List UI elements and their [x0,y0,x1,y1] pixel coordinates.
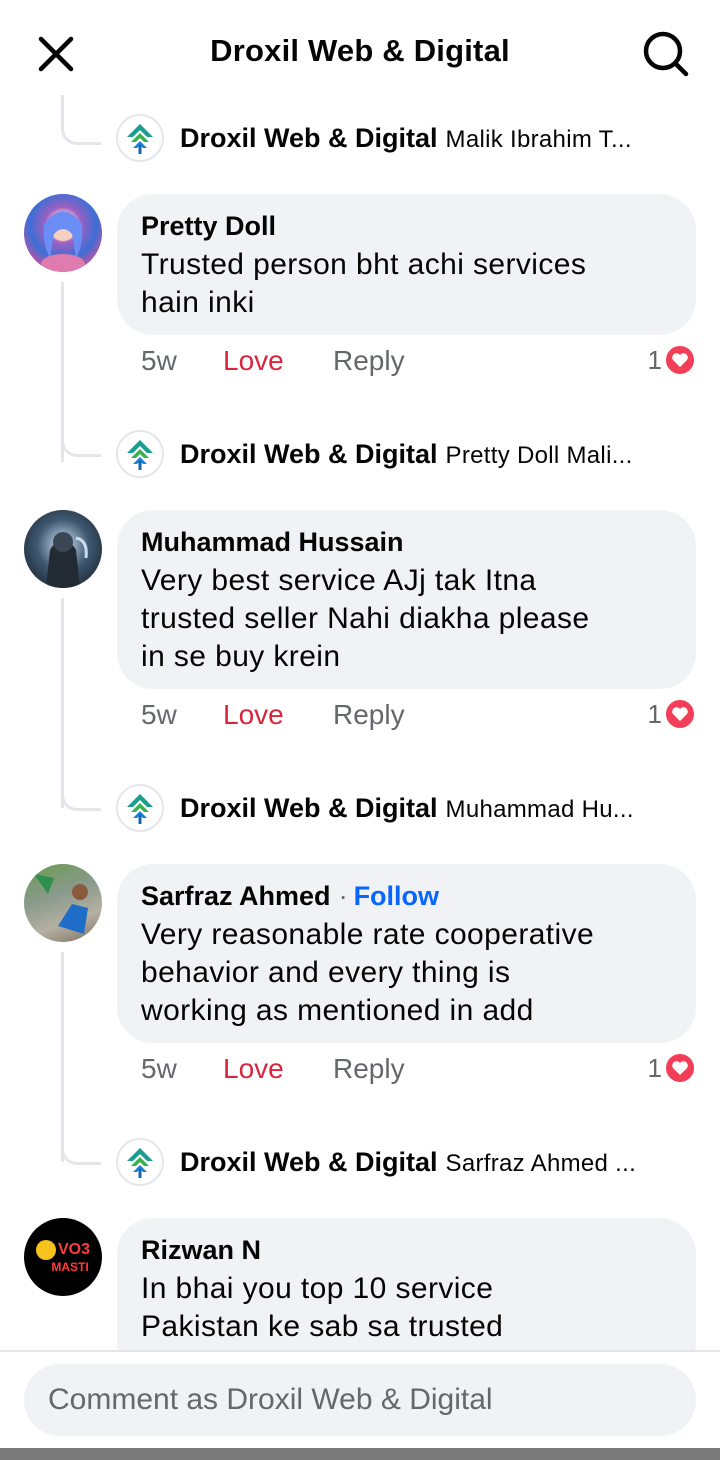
comment-line: Very best service AJj tak Itna [141,564,537,597]
avatar[interactable] [24,864,102,942]
comment-line: working as mentioned in add [141,994,534,1027]
avatar[interactable]: VO3 MASTI [24,1218,102,1296]
comment-bubble[interactable]: Pretty Doll Trusted person bht achi serv… [117,194,696,335]
search-icon [643,31,689,77]
comment-time[interactable]: 5w [141,699,223,731]
reply-preview[interactable]: Droxil Web & Digital Sarfraz Ahmed ... [180,1147,688,1178]
avatar[interactable] [24,510,102,588]
love-button[interactable]: Love [223,699,333,731]
reply-author[interactable]: Droxil Web & Digital [180,123,438,153]
profile-picture-icon [46,532,88,588]
reply-snippet: Sarfraz Ahmed ... [445,1149,637,1177]
comment-author[interactable]: Pretty Doll [141,210,672,242]
page-logo-icon [127,794,153,824]
reply-preview[interactable]: Droxil Web & Digital Muhammad Hu... [180,793,688,824]
reaction-count: 1 [647,698,662,729]
profile-picture-icon [41,211,85,272]
separator-dot: · [338,881,348,911]
reaction-count: 1 [647,1052,662,1083]
reply-button[interactable]: Reply [333,699,405,731]
emoji-icon [35,1240,56,1260]
reply-author[interactable]: Droxil Web & Digital [180,793,438,823]
comment-time[interactable]: 5w [141,345,223,377]
reaction-summary[interactable]: 1 [648,1052,696,1084]
avatar-logo-text: MASTI [51,1260,89,1274]
reply-row[interactable]: Droxil Web & Digital Pretty Doll Mali... [116,429,696,479]
page-logo-icon [127,440,153,470]
comment-author[interactable]: Rizwan N [141,1234,672,1266]
reply-preview[interactable]: Droxil Web & Digital Malik Ibrahim T... [180,123,688,154]
comment-text: Trusted person bht achi services hain in… [141,246,672,322]
comment-bubble[interactable]: Sarfraz Ahmed · Follow Very reasonable rat… [117,864,696,1043]
comment-author-row: Sarfraz Ahmed · Follow [141,880,672,912]
search-button[interactable] [640,28,692,80]
page-logo-icon [127,1148,153,1178]
comment-line: Pakistan ke sab sa trusted [141,1310,504,1343]
reply-row[interactable]: Droxil Web & Digital Sarfraz Ahmed ... [116,1137,696,1187]
comment-bubble[interactable]: Muhammad Hussain Very best service AJj t… [117,510,696,689]
reply-snippet: Malik Ibrahim T... [445,125,632,153]
page-avatar[interactable] [116,114,164,162]
reply-snippet: Muhammad Hu... [445,795,634,823]
follow-button[interactable]: Follow [354,881,439,911]
thread-connector [61,95,101,145]
heart-icon [664,344,696,376]
page-avatar[interactable] [116,1138,164,1186]
avatar-logo-text: VO3 [57,1241,90,1258]
system-nav-strip [0,1448,720,1460]
comment-line: behavior and every thing is [141,956,511,989]
thread-connector [61,1127,101,1165]
reaction-count: 1 [647,344,662,375]
comment-text: Very reasonable rate cooperative behavio… [141,916,672,1030]
comment-line: trusted seller Nahi diakha please [141,602,590,635]
avatar-logo: VO3 [35,1240,90,1260]
comment-line: Trusted person bht achi services [141,248,587,281]
reply-row[interactable]: Droxil Web & Digital Malik Ibrahim T... [116,113,696,163]
comments-feed[interactable]: Droxil Web & Digital Malik Ibrahim T... P… [0,95,720,1350]
comment-line: in se buy krein [141,640,341,673]
comment-line: In bhai you top 10 service [141,1272,494,1305]
comment-input[interactable]: Comment as Droxil Web & Digital [24,1364,696,1436]
comment-text: Very best service AJj tak Itna trusted s… [141,562,672,676]
comment-actions: 5w Love Reply [141,345,405,377]
comment-composer-bar: Comment as Droxil Web & Digital [0,1350,720,1450]
comment-line: hain inki [141,286,255,319]
page-title: Droxil Web & Digital [210,33,510,68]
reply-author[interactable]: Droxil Web & Digital [180,439,438,469]
comment-author[interactable]: Muhammad Hussain [141,526,672,558]
page-logo-icon [127,124,153,154]
reaction-summary[interactable]: 1 [648,698,696,730]
comment-time[interactable]: 5w [141,1053,223,1085]
heart-icon [664,1052,696,1084]
comment-text: In bhai you top 10 service Pakistan ke s… [141,1270,672,1346]
avatar[interactable] [24,194,102,272]
reply-author[interactable]: Droxil Web & Digital [180,1147,438,1177]
reaction-summary[interactable]: 1 [648,344,696,376]
page-avatar[interactable] [116,430,164,478]
heart-icon [664,698,696,730]
love-button[interactable]: Love [223,345,333,377]
thread-connector [61,419,101,457]
love-button[interactable]: Love [223,1053,333,1085]
reply-button[interactable]: Reply [333,345,405,377]
comment-actions: 5w Love Reply [141,1053,405,1085]
profile-picture-icon [34,874,88,934]
page-avatar[interactable] [116,784,164,832]
comment-line: Very reasonable rate cooperative [141,918,595,951]
comment-bubble[interactable]: Rizwan N In bhai you top 10 service Paki… [117,1218,696,1350]
reply-snippet: Pretty Doll Mali... [445,441,633,469]
comment-actions: 5w Love Reply [141,699,405,731]
reply-button[interactable]: Reply [333,1053,405,1085]
comment-author[interactable]: Sarfraz Ahmed [141,881,331,911]
reply-preview[interactable]: Droxil Web & Digital Pretty Doll Mali... [180,439,688,470]
thread-connector [61,773,101,811]
reply-row[interactable]: Droxil Web & Digital Muhammad Hu... [116,783,696,833]
top-bar: Droxil Web & Digital [0,0,720,100]
